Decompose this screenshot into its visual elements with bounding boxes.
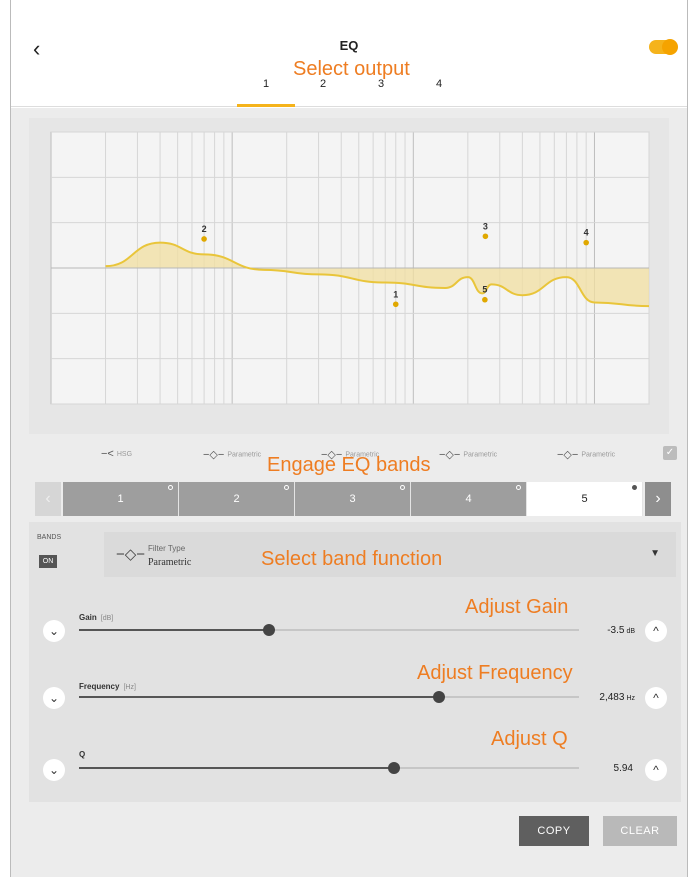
band-selector: ‹ 1 2 3 4 5 › [35,482,681,516]
band-tab-label: 2 [233,493,240,505]
clear-button[interactable]: CLEAR [603,816,677,846]
parametric-icon: −◇− [203,449,225,461]
annotation-adjust-q: Adjust Q [491,728,568,750]
band-tab-label: 1 [117,493,124,505]
frequency-label-text: Frequency [79,682,120,691]
slider-thumb[interactable] [433,691,445,703]
q-increase-button[interactable]: ^ [645,759,667,781]
q-value-number: 5.94 [613,763,633,774]
band-marker-5 [482,296,488,303]
app-frame: ‹ EQ 1 2 3 4 Select output 1 2 3 4 5 −< HSG −… [10,0,688,877]
frequency-decrease-button[interactable]: ⌄ [43,687,65,709]
band-status-dot [632,485,637,490]
gain-increase-button[interactable]: ^ [645,620,667,642]
q-label-text: Q [79,750,86,759]
filter-item-1[interactable]: −< HSG [101,448,132,460]
parametric-icon: −◇− [557,449,579,461]
band-tab-5[interactable]: 5 [527,482,643,516]
band-prev-button[interactable]: ‹ [35,482,61,516]
filter-type-value: Parametric [148,557,192,568]
active-tab-indicator [237,104,295,107]
gain-value: -3.5 dB [585,625,635,636]
slider-fill [79,696,439,698]
frequency-slider[interactable] [79,691,579,703]
gain-value-unit: dB [626,628,635,635]
filter-item-label: HSG [116,450,133,458]
bands-label: BANDS [37,534,62,541]
band-settings-panel: BANDS ON −◇− Filter Type Parametric ▼ Se… [29,522,681,802]
band-marker-label-4: 4 [584,228,589,238]
band-marker-label-5: 5 [482,285,487,295]
page-title: EQ [339,38,359,53]
band-next-button[interactable]: › [645,482,671,516]
filter-type-label: Filter Type [148,544,186,553]
gain-decrease-button[interactable]: ⌄ [43,620,65,642]
eq-curve-plot: 1 2 3 4 5 [50,131,650,405]
filter-item-label: Parametric [463,451,498,459]
eq-content: 12345 −< HSG −◇− Parametric −◇− Parametric … [11,108,687,877]
header: ‹ EQ 1 2 3 4 Select output [11,0,687,107]
band-tab-2[interactable]: 2 [179,482,295,516]
band-marker-label-1: 1 [393,289,398,299]
band-tab-3[interactable]: 3 [295,482,411,516]
filter-item-5[interactable]: −◇− Parametric [557,448,615,461]
bands-on-toggle[interactable]: ON [39,555,57,568]
gain-unit: [dB] [100,615,114,622]
parametric-icon: −◇− [439,449,461,461]
band-marker-label-3: 3 [483,221,488,231]
eq-enable-toggle[interactable] [649,39,678,55]
tab-output-1[interactable]: 1 [256,78,276,90]
band-status-dot [400,485,405,490]
gain-label: Gain [dB] [79,613,113,622]
band-tab-1[interactable]: 1 [63,482,179,516]
band-marker-3 [482,233,489,240]
filter-item-label: Parametric [227,451,262,459]
q-slider[interactable] [79,762,579,774]
caret-down-icon: ▼ [650,548,660,559]
copy-button[interactable]: COPY [519,816,589,846]
annotation-select-function: Select band function [261,548,443,570]
filter-checkbox[interactable]: ✓ [663,446,677,460]
slider-thumb[interactable] [263,624,275,636]
band-marker-2 [201,236,207,242]
band-tab-4[interactable]: 4 [411,482,527,516]
frequency-value-number: 2,483 [599,692,625,703]
parametric-icon: −◇− [116,546,146,563]
frequency-value-unit: Hz [626,695,635,702]
q-label: Q [79,750,89,759]
band-status-dot [284,485,289,490]
band-marker-1 [392,301,399,308]
frequency-increase-button[interactable]: ^ [645,687,667,709]
annotation-engage-bands: Engage EQ bands [267,454,431,476]
frequency-unit: [Hz] [123,684,136,691]
q-value: 5.94 [585,763,635,774]
band-tab-label: 4 [465,493,472,505]
frequency-label: Frequency [Hz] [79,682,136,691]
tab-output-4[interactable]: 4 [429,78,449,90]
band-marker-label-2: 2 [202,224,207,234]
filter-item-4[interactable]: −◇− Parametric [439,448,497,461]
annotation-select-output: Select output [293,58,410,80]
filter-item-2[interactable]: −◇− Parametric [203,448,261,461]
band-tab-label: 3 [349,493,356,505]
slider-thumb[interactable] [388,762,400,774]
q-decrease-button[interactable]: ⌄ [43,759,65,781]
high-shelf-icon: −< [101,448,114,460]
eq-chart[interactable]: 1 2 3 4 5 [29,118,669,434]
frequency-value: 2,483 Hz [585,692,635,703]
gain-value-number: -3.5 [607,625,625,636]
band-marker-4 [583,239,589,246]
annotation-adjust-gain: Adjust Gain [465,596,569,618]
gain-slider[interactable] [79,624,579,636]
band-status-dot [516,485,521,490]
toggle-knob [662,39,678,55]
slider-fill [79,767,394,769]
band-tab-label: 5 [581,493,588,505]
gain-label-text: Gain [79,613,97,622]
slider-fill [79,629,269,631]
band-status-dot [168,485,173,490]
annotation-adjust-frequency: Adjust Frequency [417,662,573,684]
filter-item-label: Parametric [581,451,616,459]
